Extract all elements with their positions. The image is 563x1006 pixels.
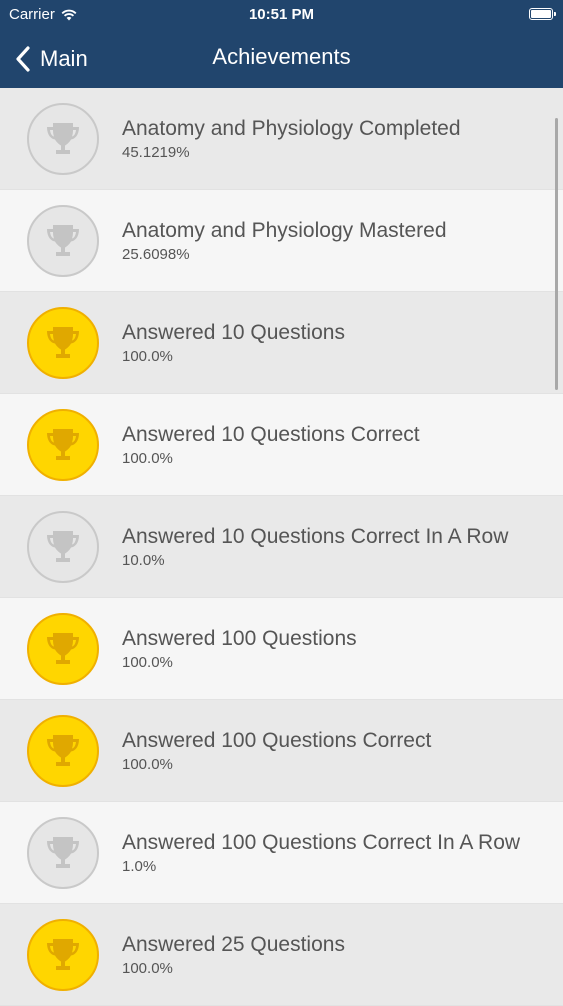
achievement-row[interactable]: Answered 100 Questions Correct In A Row 1… xyxy=(0,802,563,904)
achievement-badge-locked xyxy=(27,817,99,889)
achievement-text: Answered 100 Questions Correct 100.0% xyxy=(122,700,523,801)
status-bar: Carrier 10:51 PM xyxy=(0,0,563,30)
trophy-icon xyxy=(47,327,79,358)
achievement-percent: 100.0% xyxy=(122,756,173,773)
achievement-percent: 1.0% xyxy=(122,858,157,875)
achievement-badge-earned xyxy=(27,613,99,685)
achievement-percent: 100.0% xyxy=(122,960,173,977)
achievement-percent: 100.0% xyxy=(122,654,173,671)
battery-icon xyxy=(529,8,556,20)
achievement-row[interactable]: Answered 25 Questions 100.0% xyxy=(0,904,563,1006)
achievement-text: Answered 25 Questions 100.0% xyxy=(122,904,523,1005)
achievement-text: Anatomy and Physiology Completed 45.1219% xyxy=(122,88,523,189)
trophy-icon xyxy=(47,225,79,256)
achievement-title: Answered 10 Questions Correct xyxy=(122,423,420,446)
achievement-text: Answered 100 Questions 100.0% xyxy=(122,598,523,699)
achievement-title: Anatomy and Physiology Completed xyxy=(122,117,461,140)
achievement-badge-earned xyxy=(27,409,99,481)
achievement-title: Answered 100 Questions Correct In A Row xyxy=(122,831,521,854)
achievement-percent: 100.0% xyxy=(122,348,173,365)
achievement-badge-locked xyxy=(27,205,99,277)
trophy-icon xyxy=(47,837,79,868)
achievement-title: Answered 10 Questions Correct In A Row xyxy=(122,525,509,548)
achievement-badge-earned xyxy=(27,307,99,379)
achievement-badge-locked xyxy=(27,103,99,175)
achievement-row[interactable]: Answered 100 Questions 100.0% xyxy=(0,598,563,700)
achievement-text: Answered 10 Questions Correct In A Row 10… xyxy=(122,496,523,597)
achievement-list: Anatomy and Physiology Completed 45.1219%… xyxy=(0,88,563,1006)
trophy-icon xyxy=(47,735,79,766)
achievement-title: Anatomy and Physiology Mastered xyxy=(122,219,447,242)
achievement-row[interactable]: Answered 100 Questions Correct 100.0% xyxy=(0,700,563,802)
achievement-title: Answered 10 Questions xyxy=(122,321,345,344)
achievement-text: Answered 100 Questions Correct In A Row 1… xyxy=(122,802,523,903)
achievement-title: Answered 25 Questions xyxy=(122,933,345,956)
achievement-badge-earned xyxy=(27,715,99,787)
achievement-title: Answered 100 Questions Correct xyxy=(122,729,432,752)
achievement-row[interactable]: Answered 10 Questions Correct In A Row 10… xyxy=(0,496,563,598)
scrollbar[interactable] xyxy=(555,118,558,390)
achievement-text: Answered 10 Questions Correct 100.0% xyxy=(122,394,523,495)
trophy-icon xyxy=(47,633,79,664)
achievement-row[interactable]: Anatomy and Physiology Mastered 25.6098% xyxy=(0,190,563,292)
navigation-bar: Main Achievements xyxy=(0,30,563,88)
achievement-badge-earned xyxy=(27,919,99,991)
achievement-percent: 100.0% xyxy=(122,450,173,467)
achievement-row[interactable]: Answered 10 Questions Correct 100.0% xyxy=(0,394,563,496)
achievement-badge-locked xyxy=(27,511,99,583)
page-title: Achievements xyxy=(212,44,351,69)
trophy-icon xyxy=(47,123,79,154)
achievement-row[interactable]: Anatomy and Physiology Completed 45.1219% xyxy=(0,88,563,190)
achievement-row[interactable]: Answered 10 Questions 100.0% xyxy=(0,292,563,394)
trophy-icon xyxy=(47,531,79,562)
achievement-percent: 25.6098% xyxy=(122,246,190,263)
trophy-icon xyxy=(47,939,79,970)
achievement-text: Anatomy and Physiology Mastered 25.6098% xyxy=(122,190,523,291)
achievement-percent: 45.1219% xyxy=(122,144,190,161)
status-time: 10:51 PM xyxy=(248,6,315,23)
trophy-icon xyxy=(47,429,79,460)
achievement-percent: 10.0% xyxy=(122,552,165,569)
achievement-title: Answered 100 Questions xyxy=(122,627,357,650)
achievement-text: Answered 10 Questions 100.0% xyxy=(122,292,523,393)
